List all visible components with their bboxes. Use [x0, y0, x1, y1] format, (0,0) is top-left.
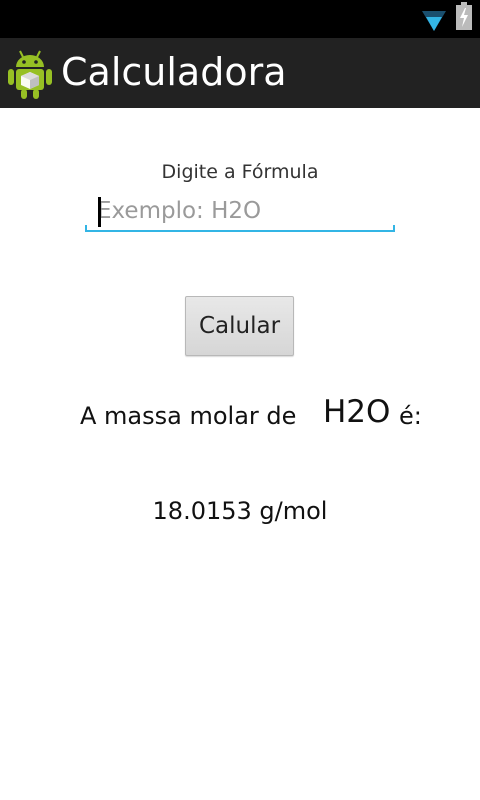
- result-formula: H2O: [323, 394, 391, 430]
- battery-charging-icon: [456, 2, 472, 30]
- input-underline-right-tick: [393, 225, 395, 231]
- result-prefix: A massa molar de: [80, 402, 297, 430]
- input-underline: [85, 230, 395, 232]
- calculator-screen: Calculadora Digite a Fórmula Calular A m…: [0, 0, 480, 800]
- android-robot-icon[interactable]: [6, 48, 54, 100]
- result-line: A massa molar de H2O é:: [0, 388, 480, 438]
- molar-mass-value: 18.0153 g/mol: [152, 497, 328, 525]
- formula-field[interactable]: [85, 190, 395, 234]
- status-bar: [0, 0, 480, 38]
- wifi-icon: [422, 11, 446, 31]
- input-underline-left-tick: [85, 225, 87, 231]
- action-bar: Calculadora: [0, 38, 480, 108]
- result-suffix: é:: [399, 402, 422, 430]
- text-cursor: [98, 197, 101, 227]
- app-title: Calculadora: [61, 50, 287, 94]
- formula-label: Digite a Fórmula: [161, 161, 319, 183]
- formula-input[interactable]: [97, 194, 387, 228]
- calculate-button[interactable]: Calular: [185, 296, 294, 356]
